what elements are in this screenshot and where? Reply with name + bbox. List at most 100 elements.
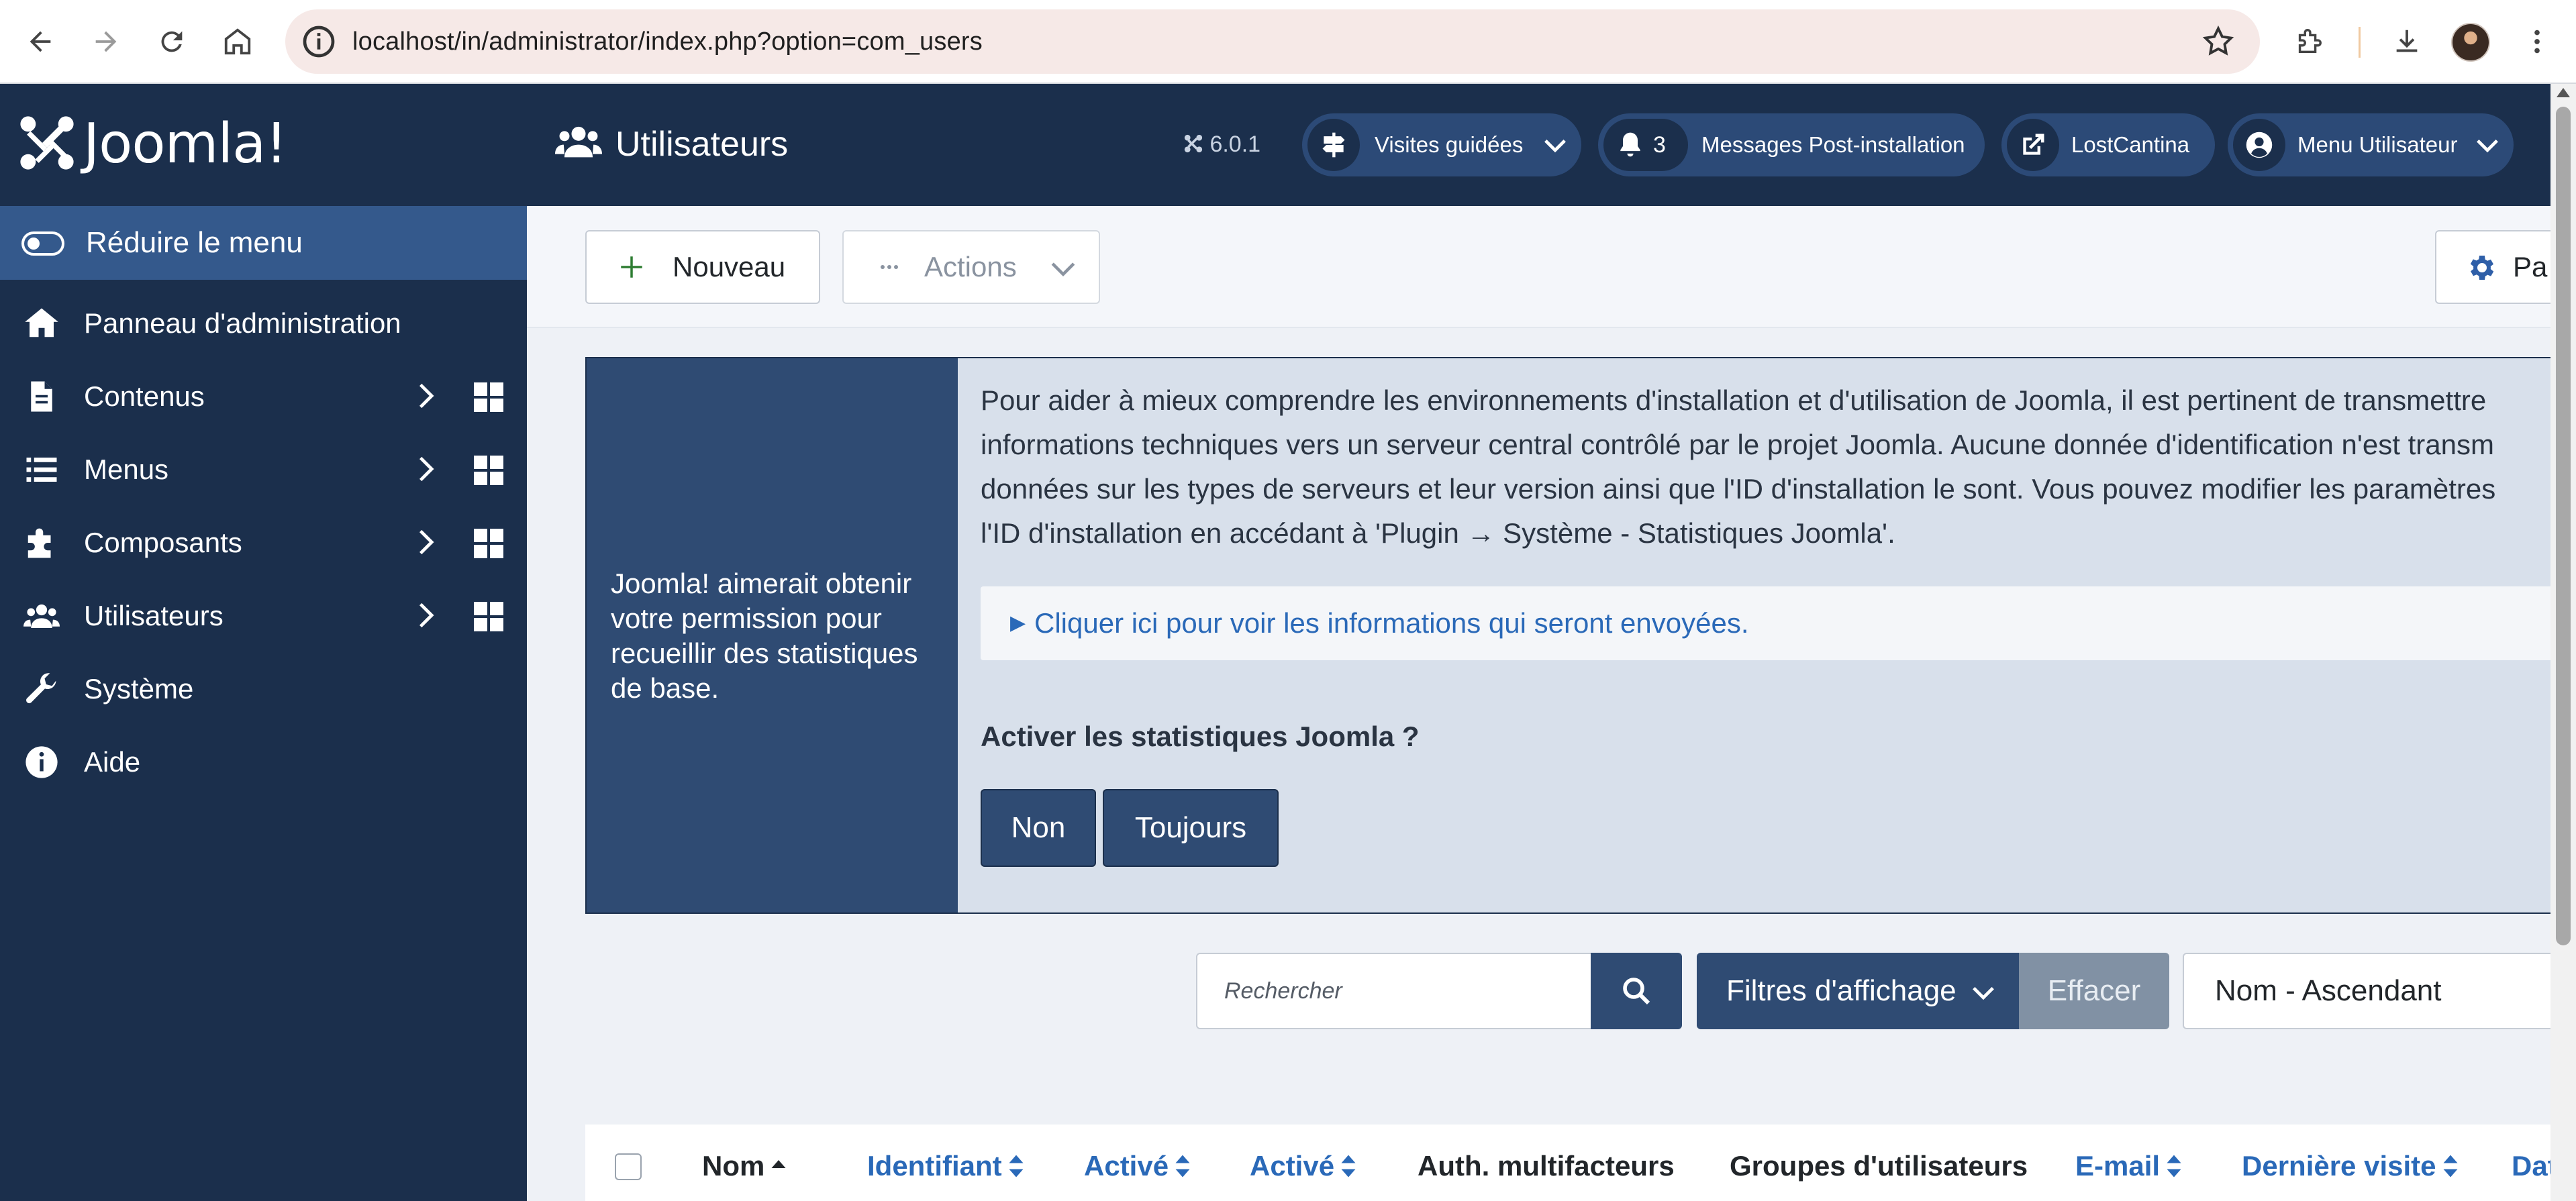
search-icon: [1623, 978, 1650, 1005]
site-name-label: LostCantina: [2071, 132, 2190, 157]
column-label: Activé: [1084, 1150, 1169, 1182]
sort-order-select[interactable]: Nom - Ascendant: [2183, 953, 2576, 1029]
toolbar-divider: [2359, 27, 2361, 58]
guided-tours-label: Visites guidées: [1375, 132, 1524, 157]
external-link-icon: [2023, 134, 2044, 155]
site-info-icon[interactable]: [300, 23, 338, 60]
joomla-version: 6.0.1: [1183, 84, 1260, 205]
column-email[interactable]: E-mail: [2075, 1125, 2184, 1201]
page-scrollbar[interactable]: [2550, 84, 2576, 1201]
back-button[interactable]: [13, 15, 67, 68]
filter-options-button[interactable]: Filtres d'affichage: [1697, 953, 2019, 1029]
search-button[interactable]: [1591, 953, 1682, 1029]
forward-button[interactable]: [79, 15, 133, 68]
reload-button[interactable]: [145, 15, 199, 68]
user-circle-icon: [2246, 132, 2273, 158]
select-all-checkbox[interactable]: [615, 1153, 642, 1180]
chevron-right-icon[interactable]: [411, 381, 440, 411]
sidebar-item-users[interactable]: Utilisateurs: [0, 579, 527, 652]
stats-details-link[interactable]: Cliquer ici pour voir les informations q…: [1034, 586, 1749, 660]
profile-avatar[interactable]: [2451, 23, 2490, 62]
joomla-logo[interactable]: Joomla!: [0, 84, 527, 205]
extensions-button[interactable]: [2282, 15, 2336, 68]
sidebar-item-help[interactable]: Aide: [0, 725, 527, 798]
url-text[interactable]: localhost/in/administrator/index.php?opt…: [352, 9, 983, 74]
version-number: 6.0.1: [1209, 132, 1261, 157]
sidebar-item-menus[interactable]: Menus: [0, 433, 527, 506]
sidebar-item-system[interactable]: Système: [0, 652, 527, 725]
column-label: Nom: [702, 1150, 765, 1182]
clear-filters-button[interactable]: Effacer: [2019, 953, 2169, 1029]
sidebar-item-components[interactable]: Composants: [0, 506, 527, 579]
address-bar[interactable]: localhost/in/administrator/index.php?opt…: [285, 9, 2260, 74]
sidebar-item-label: Panneau d'administration: [84, 307, 401, 339]
always-button-label: Toujours: [1134, 811, 1247, 844]
dashboard-grid-icon[interactable]: [473, 454, 505, 486]
browser-toolbar: localhost/in/administrator/index.php?opt…: [0, 0, 2576, 84]
stats-line: données sur les types de serveurs et leu…: [981, 473, 2496, 505]
column-activated[interactable]: Activé: [1250, 1125, 1358, 1201]
sidebar-item-label: Aide: [84, 746, 141, 778]
bookmark-star-icon[interactable]: [2201, 24, 2236, 59]
stats-question: Activer les statistiques Joomla ?: [981, 721, 1420, 752]
joomla-logo-icon: [20, 116, 74, 170]
sort-asc-icon: [771, 1160, 786, 1168]
new-user-button[interactable]: Nouveau: [585, 230, 820, 304]
chevron-right-icon[interactable]: [411, 527, 440, 557]
joomla-small-icon: [1184, 134, 1203, 153]
user-menu-dropdown[interactable]: Menu Utilisateur: [2228, 113, 2514, 176]
stats-line: Pour aider à mieux comprendre les enviro…: [981, 384, 2487, 416]
chevron-right-icon[interactable]: [411, 454, 440, 484]
sidebar-item-content[interactable]: Contenus: [0, 360, 527, 433]
caret-right-icon: ▶: [1010, 612, 1026, 634]
stats-always-button[interactable]: Toujours: [1103, 789, 1279, 867]
stats-intro-block: Joomla! aimerait obtenir votre permissio…: [587, 358, 958, 912]
downloads-button[interactable]: [2380, 15, 2434, 68]
home-button[interactable]: [211, 15, 264, 68]
dashboard-grid-icon[interactable]: [473, 381, 505, 413]
column-last-visit[interactable]: Dernière visite: [2242, 1125, 2461, 1201]
post-install-messages-button[interactable]: 3 Messages Post-installation: [1598, 113, 1985, 176]
info-icon: [26, 746, 58, 778]
user-icon-wrap: [2233, 119, 2285, 171]
dashboard-grid-icon[interactable]: [473, 600, 505, 633]
browser-menu-button[interactable]: [2510, 15, 2564, 68]
plus-icon: [621, 256, 642, 278]
page-title: Utilisateurs: [615, 125, 789, 164]
search-input[interactable]: [1196, 953, 1592, 1029]
sort-icon: [1009, 1155, 1024, 1178]
sidebar-item-dashboard[interactable]: Panneau d'administration: [0, 286, 527, 360]
sort-icon: [1341, 1155, 1356, 1178]
column-name[interactable]: Nom: [702, 1125, 789, 1201]
sidebar-item-label: Système: [84, 673, 194, 704]
stats-details-toggle[interactable]: ▶ Cliquer ici pour voir les informations…: [981, 586, 2576, 660]
sort-order-value: Nom - Ascendant: [2215, 974, 2442, 1007]
puzzle-outline-icon: [2298, 29, 2322, 54]
chevron-right-icon[interactable]: [411, 600, 440, 630]
stats-line: l'ID d'installation en accédant à 'Plugi…: [981, 517, 1895, 549]
post-install-label: Messages Post-installation: [1701, 132, 1965, 157]
scrollbar-thumb[interactable]: [2556, 107, 2571, 945]
home-icon: [25, 308, 58, 337]
new-button-label: Nouveau: [673, 251, 786, 282]
sidebar-item-label: Contenus: [84, 380, 205, 412]
scroll-up-arrow-icon[interactable]: [2557, 88, 2570, 97]
dashboard-grid-icon[interactable]: [473, 527, 505, 560]
actions-label: Actions: [924, 251, 1017, 282]
arrow-left-icon: [30, 31, 51, 52]
bell-icon: [1620, 132, 1640, 157]
collapse-menu-toggle[interactable]: Réduire le menu: [0, 206, 527, 280]
column-username[interactable]: Identifiant: [867, 1125, 1026, 1201]
signpost-icon: [1322, 132, 1345, 158]
view-site-link[interactable]: LostCantina: [2001, 113, 2215, 176]
stats-line: informations techniques vers un serveur …: [981, 429, 2494, 460]
file-icon: [31, 381, 52, 412]
stats-no-button[interactable]: Non: [981, 789, 1096, 867]
list-icon: [26, 458, 57, 482]
column-enabled[interactable]: Activé: [1084, 1125, 1193, 1201]
options-label: Pa: [2513, 251, 2548, 282]
guided-tours-dropdown[interactable]: Visites guidées: [1302, 113, 1581, 176]
actions-dropdown[interactable]: Actions: [842, 230, 1100, 304]
joomla-wordmark: Joomla!: [83, 112, 287, 176]
no-button-label: Non: [1011, 811, 1066, 844]
